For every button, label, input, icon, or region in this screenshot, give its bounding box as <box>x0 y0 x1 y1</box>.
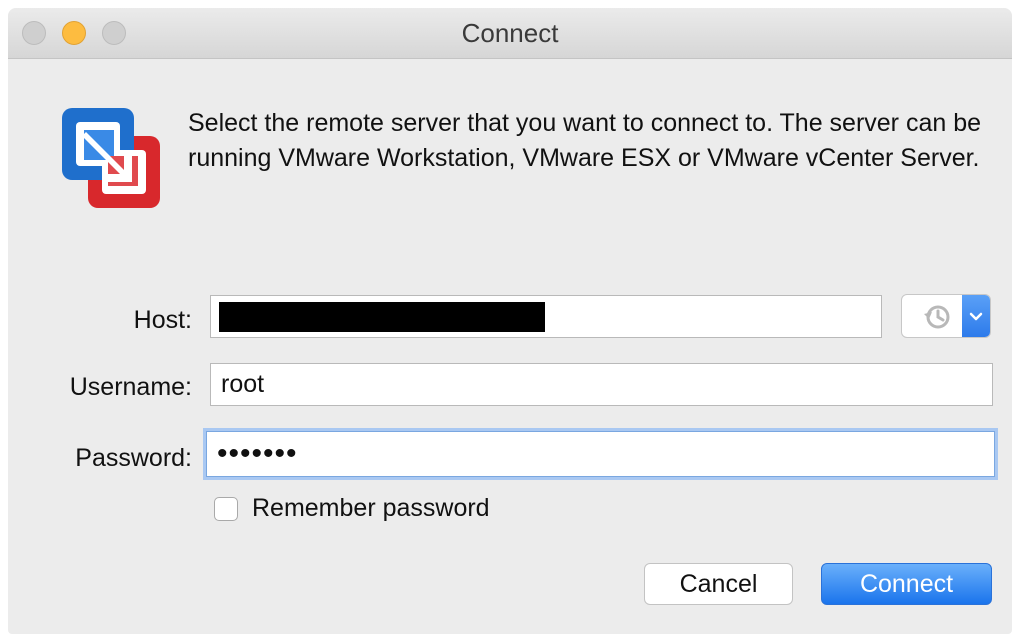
cancel-button[interactable]: Cancel <box>644 563 793 605</box>
username-value: root <box>221 370 265 398</box>
host-label: Host: <box>133 306 192 334</box>
remember-password-label[interactable]: Remember password <box>252 494 490 523</box>
redacted-host-value <box>219 302 545 332</box>
title-bar: Connect <box>8 8 1012 59</box>
vmware-fusion-icon <box>62 108 160 208</box>
username-field[interactable]: root <box>210 363 993 406</box>
window-title: Connect <box>461 18 559 48</box>
connect-instructions: Select the remote server that you want t… <box>188 109 982 172</box>
remember-password-checkbox[interactable] <box>214 497 238 521</box>
password-field[interactable]: ••••••• <box>206 431 995 477</box>
password-label: Password: <box>75 444 192 472</box>
host-field[interactable] <box>210 295 882 338</box>
connect-button[interactable]: Connect <box>821 563 992 605</box>
connect-dialog: Connect Select the remote server that yo… <box>8 8 1012 634</box>
password-value: ••••••• <box>217 437 298 470</box>
chevron-down-icon <box>969 312 983 321</box>
recent-servers-button[interactable] <box>901 294 991 338</box>
username-label: Username: <box>69 373 192 401</box>
recent-servers-dropdown[interactable] <box>962 295 990 337</box>
history-clock-icon <box>924 305 950 329</box>
